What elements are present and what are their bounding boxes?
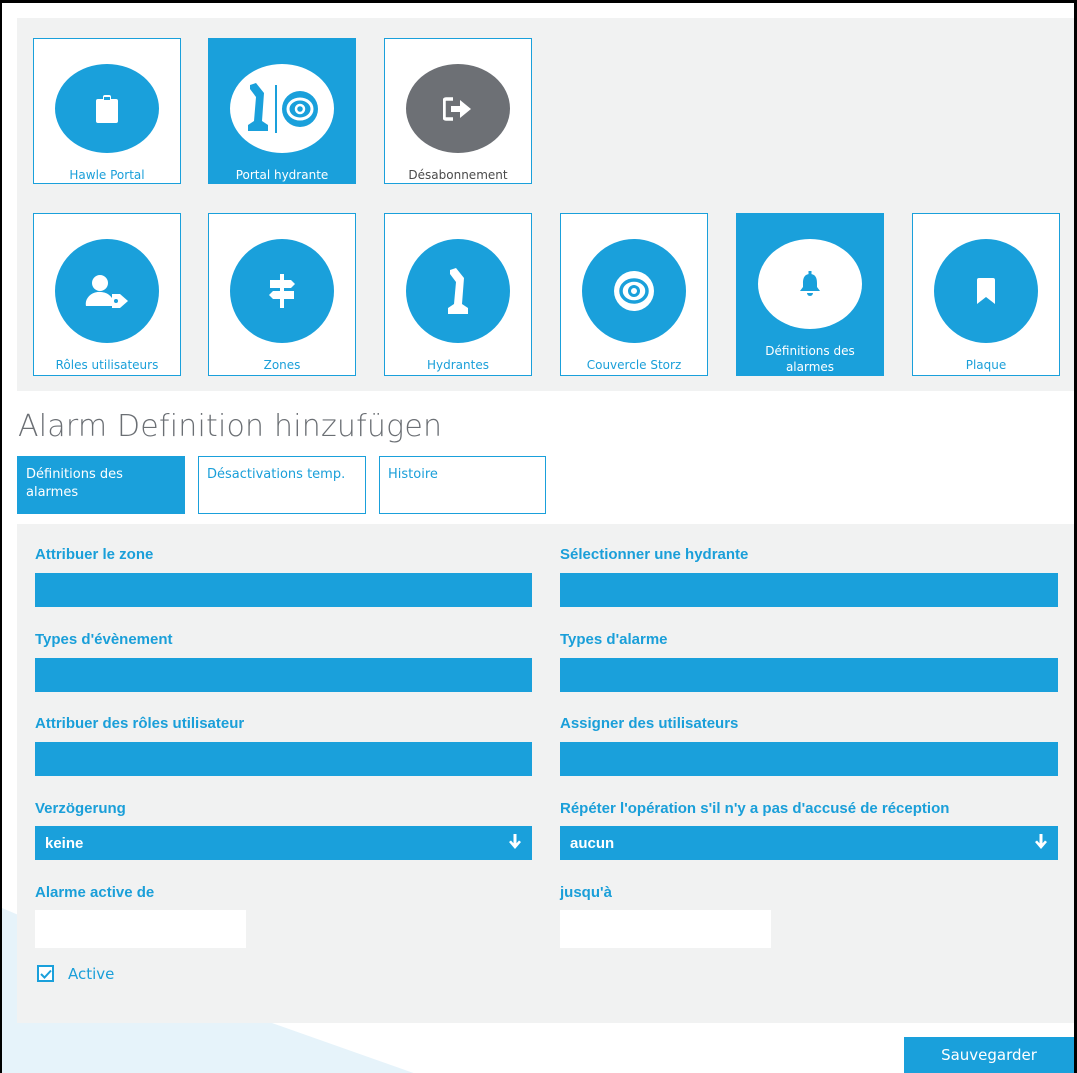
app-frame: Hawle Portal Portal hydrante Désabonneme… <box>0 0 1077 1073</box>
active-until-input[interactable] <box>560 910 771 948</box>
repeat-select[interactable]: aucun <box>560 826 1058 860</box>
delay-select[interactable]: keine <box>35 826 532 860</box>
tile-label: Hydrantes <box>427 358 489 372</box>
tile-hawle-portal[interactable]: Hawle Portal <box>33 38 181 184</box>
signpost-icon <box>269 274 295 308</box>
tile-icon-circle <box>55 239 159 343</box>
page-title: Alarm Definition hinzufügen <box>18 409 443 444</box>
tile-icon-circle <box>230 64 334 153</box>
tile-icon-circle <box>934 239 1038 343</box>
tile-icon-circle <box>230 239 334 343</box>
assign-roles-label: Attribuer des rôles utilisateur <box>35 715 245 732</box>
active-checkbox[interactable] <box>37 965 54 982</box>
tile-label: Portal hydrante <box>235 168 329 182</box>
tile-plaque[interactable]: Plaque <box>912 213 1060 376</box>
save-button[interactable]: Sauvegarder <box>904 1037 1074 1073</box>
alarm-types-field[interactable] <box>560 658 1058 692</box>
select-hydrant-label: Sélectionner une hydrante <box>560 546 749 563</box>
hydrant-icon <box>448 268 468 314</box>
event-types-field[interactable] <box>35 658 532 692</box>
active-checkbox-label: Active <box>68 965 115 983</box>
tab-histoire[interactable]: Histoire <box>379 456 546 514</box>
select-hydrant-field[interactable] <box>560 573 1058 607</box>
active-until-label: jusqu'à <box>560 884 612 901</box>
active-from-label: Alarme active de <box>35 884 155 901</box>
tile-label: Hawle Portal <box>69 168 145 182</box>
tile-label: Plaque <box>965 358 1007 372</box>
tile-label: Zones <box>263 358 301 372</box>
repeat-select-value: aucun <box>570 835 615 852</box>
arrow-down-icon <box>509 834 521 849</box>
sign-out-icon <box>443 96 471 121</box>
tile-desabonnement[interactable]: Désabonnement <box>384 38 532 184</box>
assign-zone-label: Attribuer le zone <box>35 546 154 563</box>
event-types-label: Types d'évènement <box>35 631 173 648</box>
assign-users-label: Assigner des utilisateurs <box>560 715 739 732</box>
bookmark-icon <box>977 278 995 304</box>
storz-cover-icon <box>614 271 654 311</box>
tile-zones[interactable]: Zones <box>208 213 356 376</box>
active-from-input[interactable] <box>35 910 246 948</box>
assign-roles-field[interactable] <box>35 742 532 776</box>
tile-roles-utilisateurs[interactable]: Rôles utilisateurs <box>33 213 181 376</box>
tile-icon-circle <box>55 64 159 153</box>
assign-users-field[interactable] <box>560 742 1058 776</box>
tile-hydrantes[interactable]: Hydrantes <box>384 213 532 376</box>
tab-definitions-alarmes[interactable]: Définitions des alarmes <box>17 456 185 514</box>
user-tag-icon <box>85 275 128 308</box>
tile-icon-circle <box>406 239 510 343</box>
delay-label: Verzögerung <box>35 800 126 817</box>
assign-zone-field[interactable] <box>35 573 532 607</box>
repeat-label: Répéter l'opération s'il n'y a pas d'acc… <box>560 800 950 817</box>
alarm-types-label: Types d'alarme <box>560 631 668 648</box>
tile-label: Rôles utilisateurs <box>55 358 159 372</box>
bell-icon <box>800 271 820 296</box>
tile-icon-circle <box>582 239 686 343</box>
tile-couvercle-storz[interactable]: Couvercle Storz <box>560 213 708 376</box>
tile-label: Définitions des alarmes <box>765 344 855 374</box>
tile-label: Désabonnement <box>408 168 508 182</box>
tile-definitions-alarmes[interactable]: Définitions des alarmes <box>736 213 884 376</box>
tile-icon-circle <box>406 64 510 153</box>
arrow-down-icon <box>1035 834 1047 849</box>
checkmark-icon <box>39 969 52 979</box>
tab-desactivations-temp[interactable]: Désactivations temp. <box>198 456 366 514</box>
tile-portal-hydrante[interactable]: Portal hydrante <box>208 38 356 184</box>
delay-select-value: keine <box>45 835 84 852</box>
hydrant-storz-icon <box>248 82 318 133</box>
tile-label: Couvercle Storz <box>586 358 682 372</box>
tile-icon-circle <box>758 239 862 329</box>
clipboard-icon <box>96 94 118 123</box>
